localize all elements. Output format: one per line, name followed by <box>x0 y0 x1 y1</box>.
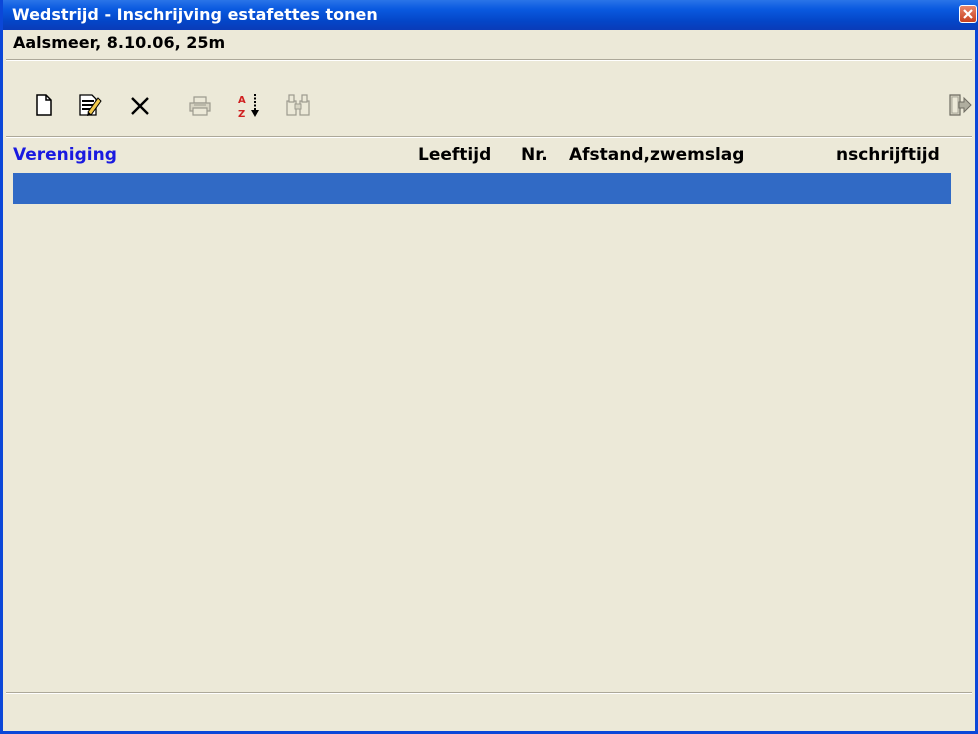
status-bar <box>6 692 972 694</box>
binoculars-icon <box>286 94 310 116</box>
new-button[interactable] <box>34 94 60 120</box>
sort-button[interactable]: A Z <box>236 92 262 120</box>
column-header-afstand[interactable]: Afstand,zwemslag <box>569 145 744 165</box>
delete-icon <box>131 97 149 115</box>
sort-az-icon: A Z <box>238 94 259 120</box>
column-header-inschrijftijd[interactable]: nschrijftijd <box>836 145 940 165</box>
svg-text:Z: Z <box>238 109 245 120</box>
svg-text:A: A <box>238 95 246 106</box>
print-button[interactable] <box>188 96 214 122</box>
column-header-leeftijd[interactable]: Leeftijd <box>418 145 491 165</box>
exit-button[interactable] <box>948 94 974 120</box>
column-header-vereniging[interactable]: Vereniging <box>13 145 117 165</box>
new-document-icon <box>36 94 52 116</box>
close-icon <box>963 9 973 19</box>
delete-button[interactable] <box>130 96 156 122</box>
divider <box>6 136 972 138</box>
edit-button[interactable] <box>76 92 102 118</box>
title-bar[interactable]: Wedstrijd - Inschrijving estafettes tone… <box>3 0 978 30</box>
close-button[interactable] <box>959 5 977 23</box>
competition-info: Aalsmeer, 8.10.06, 25m <box>13 33 226 52</box>
table-row[interactable] <box>13 173 951 204</box>
exit-icon <box>949 94 972 116</box>
printer-icon <box>189 96 211 116</box>
column-header-nr[interactable]: Nr. <box>521 145 548 165</box>
divider <box>6 59 972 61</box>
window-title: Wedstrijd - Inschrijving estafettes tone… <box>12 5 378 24</box>
edit-document-icon <box>79 94 102 116</box>
search-button[interactable] <box>284 93 310 119</box>
application-window: Wedstrijd - Inschrijving estafettes tone… <box>0 0 978 734</box>
